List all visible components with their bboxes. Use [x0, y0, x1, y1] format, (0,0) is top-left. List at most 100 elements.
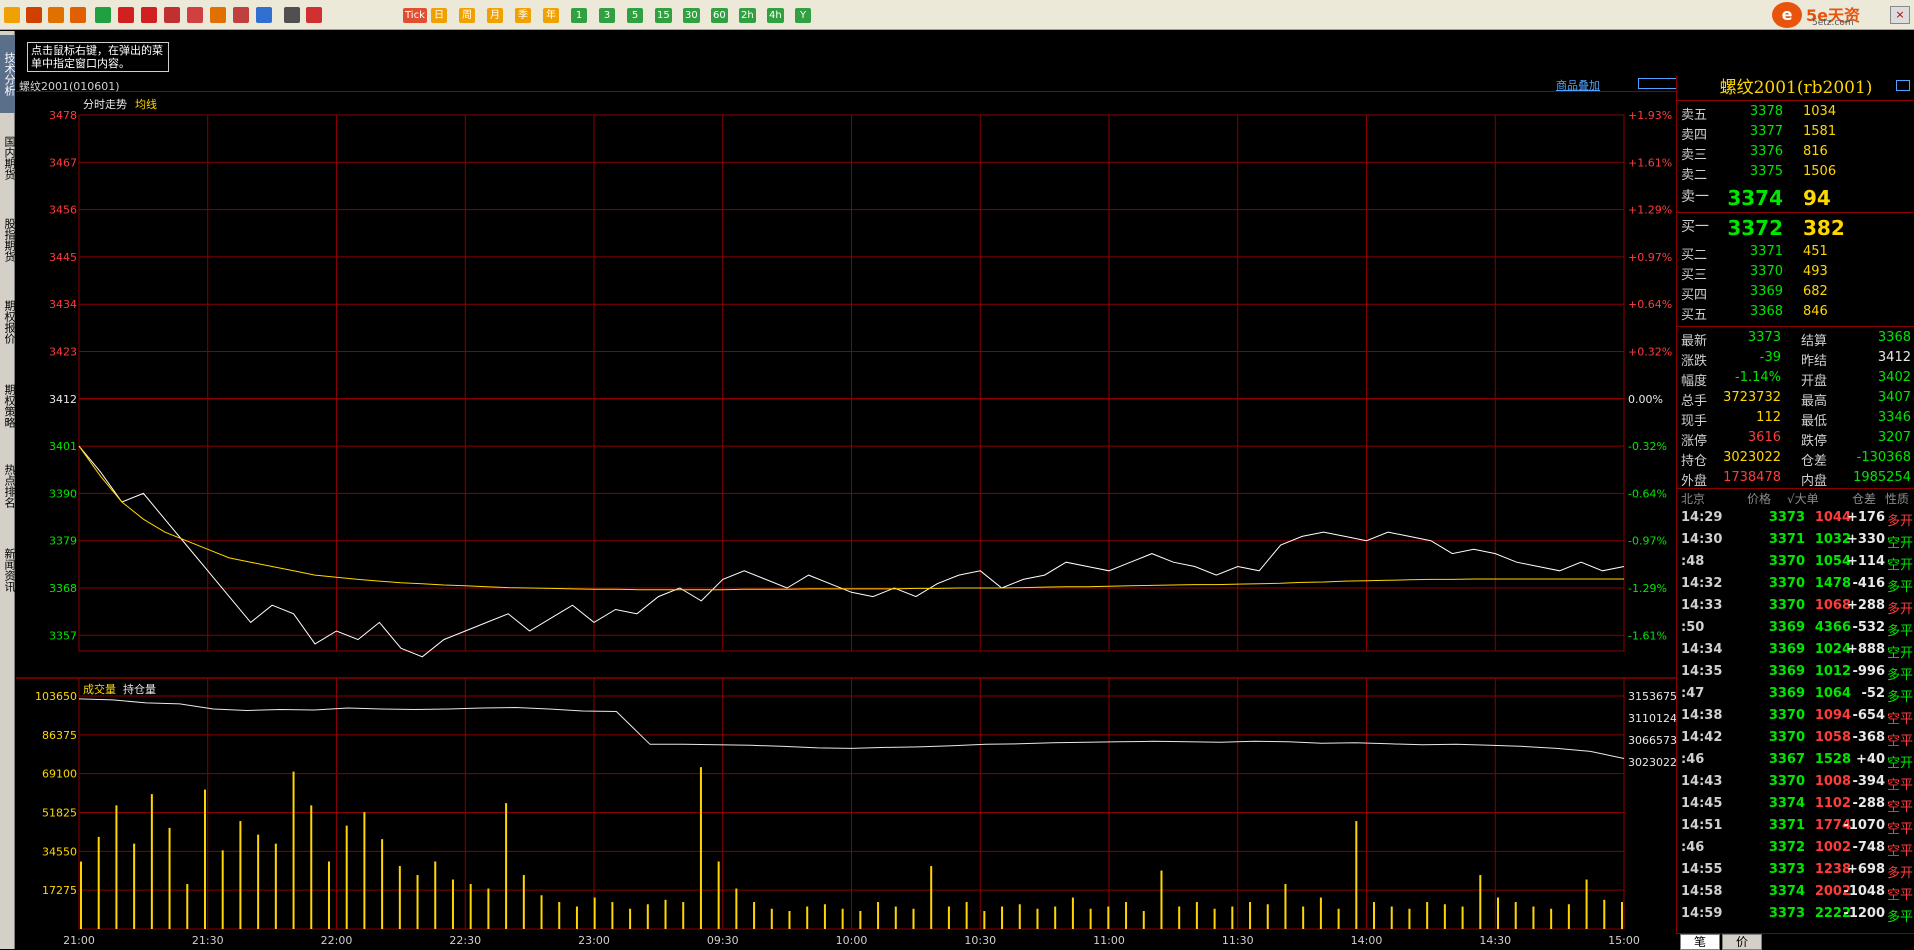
period-button-3[interactable]: 月	[487, 8, 503, 23]
stat-key: 仓差	[1801, 454, 1828, 469]
pct-axis-label-1: +1.61%	[1628, 156, 1672, 169]
price-axis-label-5: 3423	[49, 346, 77, 359]
period-button-12[interactable]: 2h	[739, 8, 756, 23]
vol-axis-label-4: 34550	[42, 845, 77, 858]
intraday-chart[interactable]: 3478 +1.93% 3467 +1.61% 3456 +1.29% 3445 +0.97%…	[16, 93, 1676, 949]
sidebar-tab-1[interactable]: 国内期货	[0, 119, 16, 197]
zoom-in-icon[interactable]	[118, 7, 134, 23]
tick-row: 14:55 3373 1238 +698 多开	[1677, 862, 1914, 884]
pen-icon[interactable]	[187, 7, 203, 23]
period-button-10[interactable]: 30	[683, 8, 700, 23]
price-axis-label-8: 3390	[49, 487, 77, 500]
period-button-14[interactable]: Y	[795, 8, 811, 23]
quote-title: 螺纹2001(rb2001)	[1719, 78, 1873, 98]
oi-axis-label-1: 3110124	[1628, 712, 1676, 725]
stat-key: 最高	[1801, 394, 1828, 409]
price-axis-label-9: 3379	[49, 535, 77, 548]
tick-price: 3372	[1768, 840, 1805, 855]
sidebar-tab-0[interactable]: 技术分析	[0, 35, 16, 113]
period-button-0[interactable]: Tick	[403, 8, 427, 23]
tick-size: 1032	[1814, 532, 1851, 547]
period-button-8[interactable]: 5	[627, 8, 643, 23]
price-legend-label: 分时走势	[83, 98, 127, 111]
back-arrow-icon[interactable]	[4, 7, 20, 23]
stat-key: 跌停	[1801, 434, 1828, 449]
tick-price: 3373	[1768, 862, 1805, 877]
zoom-out-icon[interactable]	[141, 7, 157, 23]
tick-price: 3371	[1768, 532, 1805, 547]
period-button-7[interactable]: 3	[599, 8, 615, 23]
tick-price: 3369	[1768, 686, 1805, 701]
refresh-icon[interactable]	[95, 7, 111, 23]
price-axis-label-1: 3467	[49, 156, 77, 169]
tick-row: :46 3372 1002 -748 空平	[1677, 840, 1914, 862]
grid-icon[interactable]	[284, 7, 300, 23]
chart-title: 螺纹2001(010601)	[19, 80, 120, 93]
tick-price: 3370	[1768, 774, 1805, 789]
chart-icon[interactable]	[306, 7, 322, 23]
window-close-icon[interactable]: ×	[1890, 6, 1910, 24]
tick-time: :48	[1681, 554, 1705, 569]
pct-axis-label-6: 0.00%	[1628, 393, 1663, 406]
pct-axis-label-4: +0.64%	[1628, 298, 1672, 311]
period-button-5[interactable]: 年	[543, 8, 559, 23]
stat-key: 结算	[1801, 334, 1828, 349]
price-axis-label-4: 3434	[49, 298, 77, 311]
ask-price: 3377	[1749, 124, 1783, 139]
stat-value: -1.14%	[1735, 370, 1781, 385]
window-icon[interactable]	[164, 7, 180, 23]
period-button-11[interactable]: 60	[711, 8, 728, 23]
tab-price[interactable]: 价	[1722, 934, 1762, 950]
panel-toggle-icon[interactable]	[1896, 80, 1910, 91]
f10-icon[interactable]	[70, 7, 86, 23]
period-button-4[interactable]: 季	[515, 8, 531, 23]
period-button-6[interactable]: 1	[571, 8, 587, 23]
bid-label: 买四	[1681, 288, 1708, 303]
sidebar-tab-4[interactable]: 期权策略	[0, 367, 16, 445]
stat-value: 1985254	[1853, 470, 1911, 485]
tick-time: :47	[1681, 686, 1705, 701]
stat-value: -39	[1759, 350, 1781, 365]
stat-value: 3412	[1877, 350, 1911, 365]
tab-ticks[interactable]: 笔	[1680, 934, 1720, 950]
tick-header-time: 北京	[1681, 492, 1706, 506]
tick-size: 1058	[1814, 730, 1851, 745]
bid-price: 3369	[1749, 284, 1783, 299]
time-axis-label-7: 10:30	[964, 934, 996, 947]
commodity-overlay-link[interactable]: 商品叠加	[1556, 77, 1600, 93]
period-button-2[interactable]: 周	[459, 8, 475, 23]
sidebar-tab-6[interactable]: 新闻资讯	[0, 531, 16, 609]
time-axis-label-9: 11:30	[1222, 934, 1254, 947]
vol-axis-label-2: 69100	[42, 768, 77, 781]
pct-axis-label-0: +1.93%	[1628, 109, 1672, 122]
period-button-9[interactable]: 15	[655, 8, 672, 23]
pct-axis-label-10: -1.29%	[1628, 582, 1667, 595]
tick-price: 3369	[1768, 642, 1805, 657]
time-axis-label-3: 22:30	[449, 934, 481, 947]
tick-row: 14:30 3371 1032 +330 空开	[1677, 532, 1914, 554]
tick-nature: 空平	[1886, 822, 1913, 837]
sidebar-tab-3[interactable]: 期权报价	[0, 283, 16, 361]
tick-time: 14:33	[1681, 598, 1723, 613]
tick-nature: 多平	[1886, 624, 1913, 639]
home-icon[interactable]	[26, 7, 42, 23]
news-icon[interactable]	[256, 7, 272, 23]
period-button-1[interactable]: 日	[431, 8, 447, 23]
bid-row-4: 买四 3369 682	[1677, 284, 1914, 304]
stat-key: 总手	[1681, 394, 1708, 409]
stat-key: 涨停	[1681, 434, 1708, 449]
sidebar-tab-2[interactable]: 股指期货	[0, 201, 16, 279]
stat-key: 现手	[1681, 414, 1708, 429]
ask-qty: 816	[1803, 144, 1828, 159]
drawing-icon[interactable]	[210, 7, 226, 23]
period-button-13[interactable]: 4h	[767, 8, 784, 23]
tick-nature: 空平	[1886, 800, 1913, 815]
volume-legend-label: 成交量	[83, 682, 116, 696]
tick-nature: 多平	[1886, 668, 1913, 683]
ask-row-3: 卖三 3376 816	[1677, 144, 1914, 164]
book-icon[interactable]	[48, 7, 64, 23]
sidebar-tab-5[interactable]: 热点排名	[0, 447, 16, 525]
stat-row-0: 最新 3373 结算 3368	[1677, 330, 1914, 350]
stat-value: 3368	[1877, 330, 1911, 345]
filter-icon[interactable]	[233, 7, 249, 23]
